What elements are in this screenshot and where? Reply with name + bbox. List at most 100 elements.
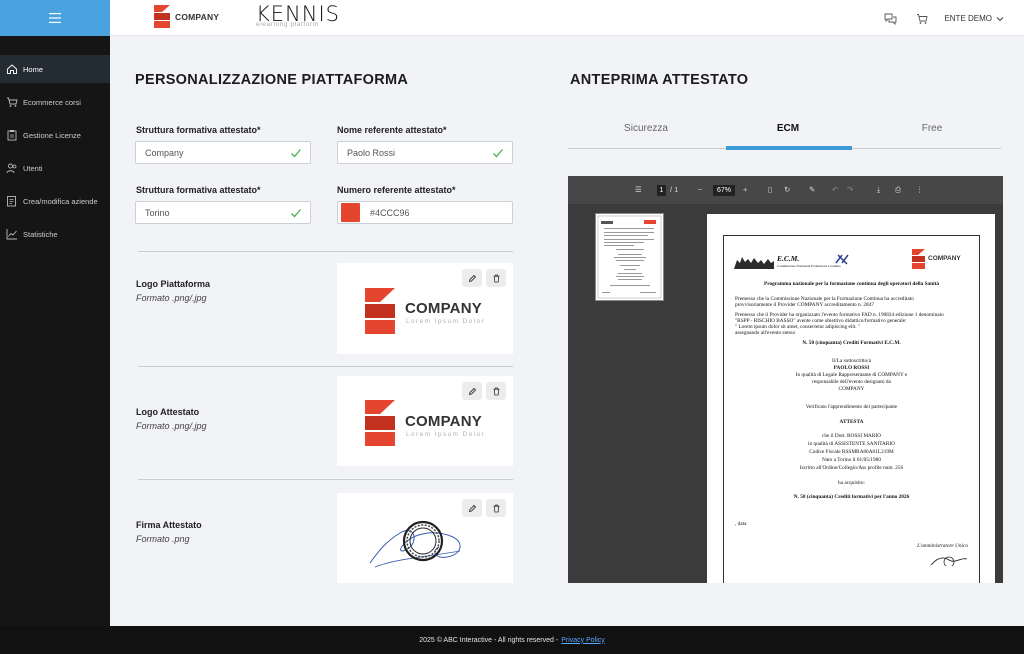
certificate-date: , data — [735, 521, 747, 527]
citta-value: Torino — [145, 207, 170, 218]
sidebar-item-label: Utenti — [23, 163, 43, 173]
rotate-icon[interactable]: ↻ — [784, 185, 790, 194]
thumbnail-preview — [597, 215, 662, 299]
delete-button[interactable] — [486, 269, 506, 287]
footer: 2025 © ABC Interactive - All rights rese… — [0, 626, 1024, 654]
trash-icon[interactable] — [492, 387, 501, 396]
divider — [138, 251, 513, 252]
chat-icon[interactable] — [884, 13, 897, 26]
home-icon — [7, 64, 17, 74]
company-logo[interactable]: COMPANY — [152, 4, 219, 29]
nome-referente-input[interactable]: Paolo Rossi — [337, 141, 513, 164]
pdf-viewer: ☰ 1 / 1 − 67% + ▯ ↻ ✎ ↶ ↷ ⤓ ⎙ ⋮ E.C.M. C… — [568, 176, 1003, 583]
certificate-admin: L'amministratore Unico — [917, 543, 968, 549]
certificate-participant: in qualità di ASSISTENTE SANITARIO — [808, 441, 895, 447]
asset-title-firma-attestato: Firma Attestato — [136, 520, 202, 530]
company-logo-mark-icon — [912, 249, 925, 269]
more-options-icon[interactable]: ⋮ — [916, 185, 924, 194]
company-logo-mark-icon — [365, 288, 395, 334]
page-number-input[interactable]: 1 — [657, 185, 666, 196]
chevron-down-icon — [996, 16, 1004, 21]
certificate-signer: PAOLO ROSSI — [833, 365, 870, 371]
nome-referente-value: Paolo Rossi — [347, 147, 396, 158]
trash-icon[interactable] — [492, 504, 501, 513]
certificate-signer-intro: Il/La sottoscritto/a — [832, 358, 871, 364]
sidebar: Home Ecommerce corsi Gestione Licenze Ut… — [0, 0, 110, 626]
kennis-subtitle: elearning platform — [256, 21, 319, 28]
field-label-struttura: Struttura formativa attestato* — [136, 125, 261, 135]
certificate-heading: Programma nazionale per la formazione co… — [763, 281, 940, 287]
certificate-participant: Nato a Torino il 01/05/1980 — [822, 457, 881, 463]
sidebar-item-utenti[interactable]: Utenti — [0, 154, 110, 182]
divider — [138, 479, 513, 480]
undo-icon[interactable]: ↶ — [832, 185, 838, 194]
certificate-credits: N. 50 (cinquanta) Crediti Formativi E.C.… — [802, 340, 901, 346]
zoom-level[interactable]: 67% — [713, 185, 735, 196]
field-label-numero-referente: Numero referente attestato* — [337, 185, 456, 195]
ecm-subtitle: Commissione Nazionale Formazione Continu… — [777, 264, 841, 268]
company-logo-text: COMPANY — [175, 11, 220, 22]
draw-icon[interactable]: ✎ — [809, 185, 815, 194]
hamburger-icon[interactable] — [49, 13, 61, 23]
pencil-icon[interactable] — [468, 387, 477, 396]
tab-active-indicator — [726, 146, 852, 150]
pencil-icon[interactable] — [468, 504, 477, 513]
sidebar-item-label: Statistiche — [23, 229, 58, 239]
fit-page-icon[interactable]: ▯ — [768, 185, 772, 194]
certificate-attesta: ATTESTA — [839, 419, 864, 425]
logo-piattaforma-preview: COMPANY Lorem Ipsum Dolor — [337, 263, 513, 354]
pdf-page: E.C.M. Commissione Nazionale Formazione … — [707, 214, 995, 583]
sidebar-item-label: Ecommerce corsi — [23, 97, 81, 107]
sidebar-item-label: Gestione Licenze — [23, 130, 81, 140]
edit-button[interactable] — [462, 269, 482, 287]
kennis-logo[interactable]: KENNIS elearning platform — [256, 4, 340, 29]
certificate-participant: Codice Fiscale RSSMRA80A01L219M — [809, 449, 894, 455]
certificate-line: assegnando all'evento stesso — [735, 330, 796, 336]
top-bar: COMPANY KENNIS elearning platform ENTE D… — [110, 0, 1024, 36]
color-input[interactable]: #4CCC96 — [337, 201, 513, 224]
cart-button[interactable] — [916, 12, 928, 30]
struttura-input[interactable]: Company — [135, 141, 311, 164]
sidebar-item-licenze[interactable]: Gestione Licenze — [0, 121, 110, 149]
field-label-nome-referente: Nome referente attestato* — [337, 125, 447, 135]
company-tagline: Lorem Ipsum Dolor — [406, 431, 486, 438]
redo-icon[interactable]: ↷ — [847, 185, 853, 194]
print-icon[interactable]: ⎙ — [895, 185, 901, 195]
certificate-participant: che il Dott. ROSSI MARIO — [821, 433, 881, 439]
check-icon — [291, 209, 301, 218]
delete-button[interactable] — [486, 382, 506, 400]
page-thumbnail[interactable] — [595, 213, 664, 301]
sidebar-item-aziende[interactable]: Crea/modifica aziende — [0, 187, 110, 215]
sidebar-item-statistiche[interactable]: Statistiche — [0, 220, 110, 248]
certificate-document: E.C.M. Commissione Nazionale Formazione … — [723, 235, 980, 583]
ecm-title: E.C.M. — [777, 254, 800, 263]
pencil-icon[interactable] — [468, 274, 477, 283]
tab-free[interactable]: Free — [860, 123, 1004, 134]
signature-stamp-image — [369, 520, 461, 568]
tab-sicurezza[interactable]: Sicurezza — [574, 123, 718, 134]
menu-toggle[interactable] — [0, 0, 110, 36]
sidebar-item-ecommerce[interactable]: Ecommerce corsi — [0, 88, 110, 116]
ecm-logo-image — [734, 257, 774, 269]
citta-input[interactable]: Torino — [135, 201, 311, 224]
cart-icon — [7, 97, 18, 107]
certificate-line: provvisoriamente il Provider COMPANY acc… — [735, 302, 874, 308]
zoom-out-icon[interactable]: − — [698, 185, 702, 194]
edit-button[interactable] — [462, 382, 482, 400]
edit-button[interactable] — [462, 499, 482, 517]
cart-icon[interactable] — [916, 13, 928, 25]
zoom-in-icon[interactable]: + — [743, 185, 747, 194]
sidebar-toggle-icon[interactable]: ☰ — [635, 185, 642, 194]
download-icon[interactable]: ⤓ — [877, 185, 880, 195]
certificate-verified: Verificato l'apprendimento del partecipa… — [805, 404, 898, 410]
privacy-policy-link[interactable]: Privacy Policy — [561, 637, 605, 644]
color-swatch[interactable] — [341, 203, 360, 222]
chat-button[interactable] — [884, 12, 897, 30]
trash-icon[interactable] — [492, 274, 501, 283]
tab-ecm[interactable]: ECM — [716, 123, 860, 134]
asset-title-logo-piattaforma: Logo Piattaforma — [136, 279, 211, 289]
user-menu[interactable]: ENTE DEMO — [944, 14, 1004, 23]
sidebar-item-home[interactable]: Home — [0, 55, 110, 83]
delete-button[interactable] — [486, 499, 506, 517]
company-logo-mark-icon — [154, 5, 170, 28]
